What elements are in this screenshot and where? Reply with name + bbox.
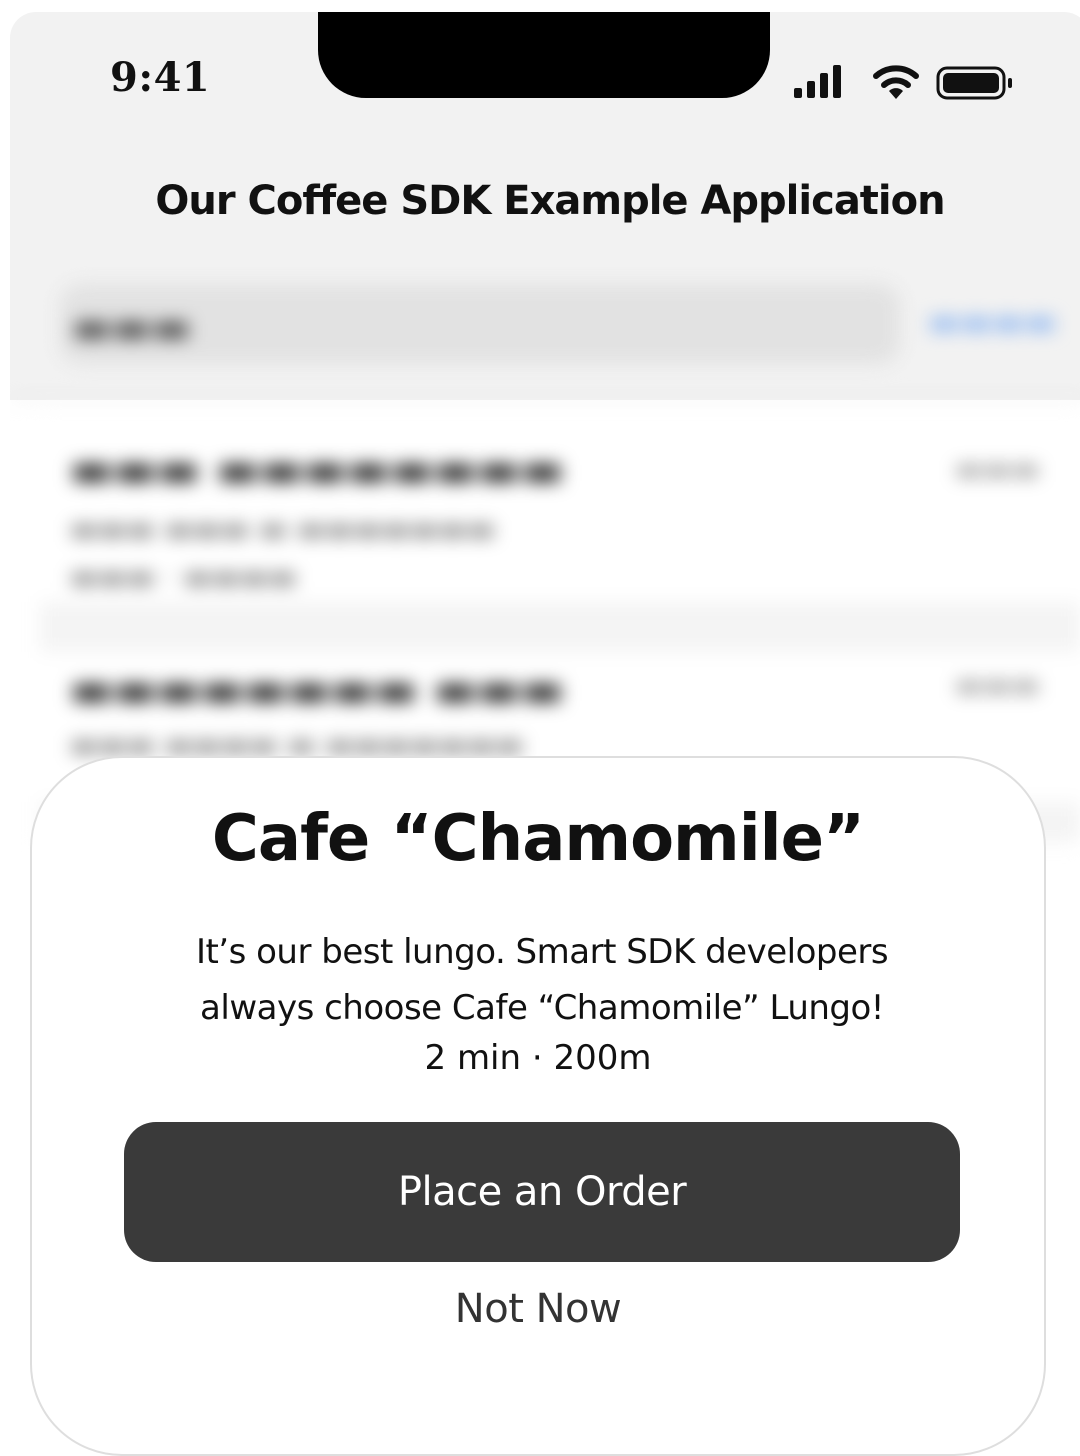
description-line-2: always choose Cafe “Chamomile” Lungo! <box>200 988 884 1028</box>
description-line-1: It’s our best lungo. Smart SDK developer… <box>195 932 889 972</box>
device-notch <box>318 12 770 98</box>
wifi-icon <box>873 65 919 99</box>
place-order-button[interactable]: Place an Order <box>124 1122 960 1262</box>
list-item: ▬▬▬ ▬▬▬▬▬▬▬▬ ▬▬▬ ▬▬▬ ▬ ▬▬▬▬▬▬▬ ▬▬▬ · ▬▬▬… <box>40 412 1080 602</box>
battery-icon <box>936 66 1012 100</box>
not-now-button[interactable]: Not Now <box>32 1286 1044 1332</box>
signal-icon <box>794 65 841 98</box>
app-title: Our Coffee SDK Example Application <box>155 178 945 224</box>
divider <box>10 398 1080 400</box>
status-time: 9:41 <box>110 54 211 101</box>
status-icons <box>794 60 1014 104</box>
sheet-title: Cafe “Chamomile” <box>211 802 865 876</box>
status-icons-svg <box>794 65 1012 100</box>
bottom-sheet: Cafe “Chamomile” It’s our best lungo. Sm… <box>30 756 1046 1456</box>
sheet-meta: 2 min · 200m <box>424 1038 652 1078</box>
search-button-blurred: ▬▬▬▬ <box>928 302 1057 342</box>
search-text-blurred: ▬▬▬ <box>72 302 192 351</box>
sheet-description: It’s our best lungo. Smart SDK developer… <box>142 924 942 1036</box>
list-separator <box>40 602 1080 652</box>
